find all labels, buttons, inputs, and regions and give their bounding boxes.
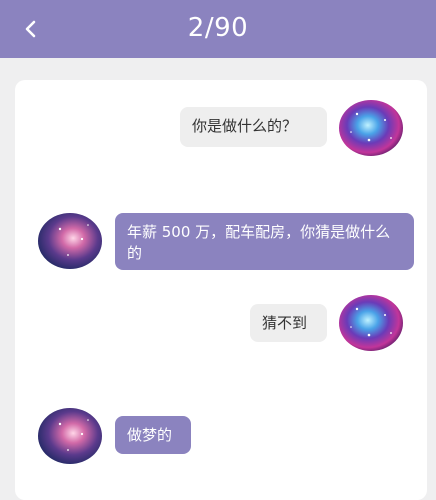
chat-bubble-self: 你是做什么的？ — [180, 107, 327, 147]
contact-avatar — [38, 408, 102, 464]
top-bar: 2/90 — [0, 0, 436, 58]
user-avatar — [339, 100, 403, 156]
user-avatar — [339, 295, 403, 351]
page-counter: 2/90 — [187, 13, 249, 43]
chat-bubble-self: 猜不到 — [250, 304, 327, 342]
chat-bubble-other: 年薪 500 万，配车配房，你猜是做什么的 — [115, 213, 414, 270]
chat-bubble-other: 做梦的 — [115, 416, 191, 454]
contact-avatar — [38, 213, 102, 269]
